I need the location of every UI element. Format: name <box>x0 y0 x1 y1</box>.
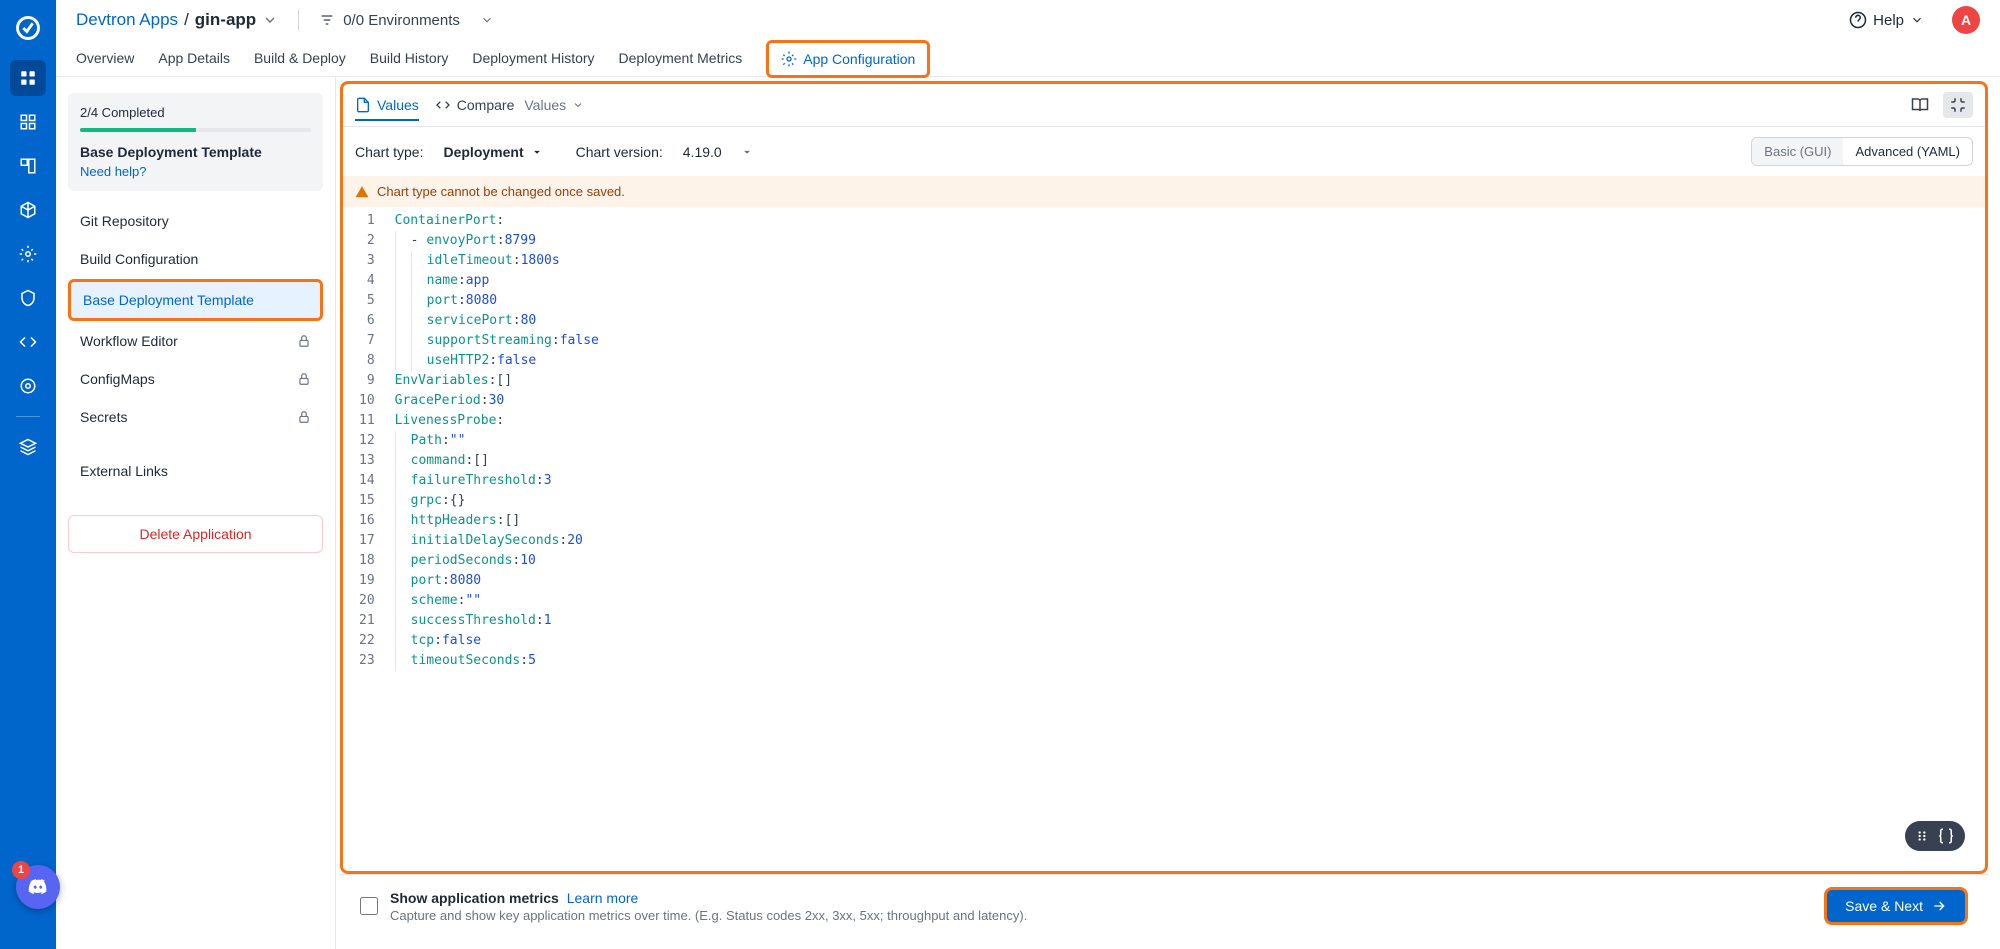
editor-pane: Values Compare Values <box>336 77 2000 949</box>
help-button[interactable]: Help <box>1849 11 1924 29</box>
tab-app-configuration[interactable]: App Configuration <box>766 40 930 78</box>
tab-overview[interactable]: Overview <box>76 40 134 76</box>
mode-basic-button[interactable]: Basic (GUI) <box>1752 138 1843 165</box>
editor-header: Values Compare Values <box>343 84 1985 127</box>
chevron-down-icon <box>572 99 584 111</box>
tab-deployment-history[interactable]: Deployment History <box>472 40 594 76</box>
compare-tab[interactable]: Compare Values <box>435 97 584 113</box>
values-tab-label: Values <box>377 97 419 113</box>
mode-advanced-button[interactable]: Advanced (YAML) <box>1843 138 1972 165</box>
sidebar-item-workflow-editor[interactable]: Workflow Editor <box>68 323 323 359</box>
chart-type-label: Chart type: <box>355 144 423 160</box>
braces-icon <box>1937 827 1955 845</box>
lock-icon <box>297 410 311 424</box>
progress-card: 2/4 Completed Base Deployment Template N… <box>68 93 323 191</box>
sidebar-item-external-links[interactable]: External Links <box>68 453 323 489</box>
lock-icon <box>297 372 311 386</box>
sidebar-item-git-repository[interactable]: Git Repository <box>68 203 323 239</box>
tab-deployment-metrics[interactable]: Deployment Metrics <box>619 40 743 76</box>
gear-icon <box>781 51 797 67</box>
sidebar-item-build-configuration[interactable]: Build Configuration <box>68 241 323 277</box>
nav-gear-icon[interactable] <box>10 236 46 272</box>
config-sidebar: 2/4 Completed Base Deployment Template N… <box>56 77 336 949</box>
nav-app-groups-icon[interactable] <box>10 148 46 184</box>
chart-version-selector[interactable]: 4.19.0 <box>683 144 754 160</box>
yaml-editor[interactable]: 1234567891011121314151617181920212223 Co… <box>343 207 1985 871</box>
code-view-icon[interactable] <box>1943 92 1973 118</box>
values-tab[interactable]: Values <box>355 97 419 121</box>
readme-icon[interactable] <box>1905 92 1935 118</box>
arrow-right-icon <box>1931 898 1947 914</box>
discord-badge-count: 1 <box>12 861 30 879</box>
need-help-link[interactable]: Need help? <box>80 164 311 179</box>
nav-stack-icon[interactable] <box>10 429 46 465</box>
tab-app-details[interactable]: App Details <box>158 40 230 76</box>
app-tabs: Overview App Details Build & Deploy Build H… <box>56 40 2000 77</box>
separator <box>298 10 299 30</box>
filter-icon <box>319 12 335 28</box>
env-label: 0/0 Environments <box>343 12 460 29</box>
discord-button[interactable]: 1 <box>16 865 60 909</box>
breadcrumb-root[interactable]: Devtron Apps <box>76 10 178 30</box>
nav-chart-icon[interactable] <box>10 104 46 140</box>
breadcrumb-current: gin-app <box>195 10 256 30</box>
document-icon <box>355 97 371 113</box>
nav-cube-icon[interactable] <box>10 192 46 228</box>
chart-version-label: Chart version: <box>576 144 663 160</box>
learn-more-link[interactable]: Learn more <box>567 890 639 906</box>
chevron-down-icon <box>1910 13 1924 27</box>
environment-selector[interactable]: 0/0 Environments <box>319 12 494 29</box>
tab-build-&-deploy[interactable]: Build & Deploy <box>254 40 346 76</box>
nav-apps-icon[interactable] <box>10 60 46 96</box>
lock-icon <box>297 334 311 348</box>
chart-options-row: Chart type: Deployment Chart version: 4.… <box>343 127 1985 176</box>
help-icon <box>1849 11 1867 29</box>
warning-banner: Chart type cannot be changed once saved. <box>343 176 1985 207</box>
progress-title: Base Deployment Template <box>80 144 311 160</box>
metrics-title: Show application metrics <box>390 890 559 906</box>
nav-divider <box>16 416 40 417</box>
progress-bar <box>80 128 311 132</box>
progress-text: 2/4 Completed <box>80 105 311 120</box>
sidebar-item-base-deployment-template[interactable]: Base Deployment Template <box>68 279 323 321</box>
sidebar-item-configmaps[interactable]: ConfigMaps <box>68 361 323 397</box>
devtron-logo-icon <box>12 12 44 44</box>
save-next-button[interactable]: Save & Next <box>1824 887 1968 925</box>
editor-float-actions[interactable] <box>1905 821 1965 851</box>
delete-application-button[interactable]: Delete Application <box>68 515 323 553</box>
warning-text: Chart type cannot be changed once saved. <box>377 184 625 199</box>
compare-icon <box>435 97 451 113</box>
nav-code-icon[interactable] <box>10 324 46 360</box>
drag-icon <box>1915 829 1929 843</box>
chevron-down-icon <box>530 145 544 159</box>
show-metrics-checkbox[interactable] <box>360 897 378 915</box>
nav-settings-icon[interactable] <box>10 368 46 404</box>
breadcrumb-sep: / <box>184 10 189 30</box>
chevron-down-icon <box>740 145 754 159</box>
editor-mode-toggle: Basic (GUI) Advanced (YAML) <box>1751 137 1973 166</box>
compare-tab-label: Compare <box>457 97 515 113</box>
sidebar-item-secrets[interactable]: Secrets <box>68 399 323 435</box>
tab-build-history[interactable]: Build History <box>370 40 449 76</box>
user-avatar[interactable]: A <box>1952 6 1980 34</box>
metrics-desc: Capture and show key application metrics… <box>390 908 1027 923</box>
chevron-down-icon <box>480 13 494 27</box>
chart-type-selector[interactable]: Deployment <box>443 144 543 160</box>
breadcrumb: Devtron Apps / gin-app <box>76 10 278 30</box>
help-label: Help <box>1873 12 1904 29</box>
top-bar: Devtron Apps / gin-app 0/0 Environments … <box>56 0 2000 40</box>
nav-shield-icon[interactable] <box>10 280 46 316</box>
compare-sub-label: Values <box>524 97 566 113</box>
left-nav: 1 <box>0 0 56 949</box>
warning-icon <box>355 185 369 199</box>
editor-footer: Show application metrics Learn more Capt… <box>340 874 1988 937</box>
chevron-down-icon[interactable] <box>262 12 278 28</box>
